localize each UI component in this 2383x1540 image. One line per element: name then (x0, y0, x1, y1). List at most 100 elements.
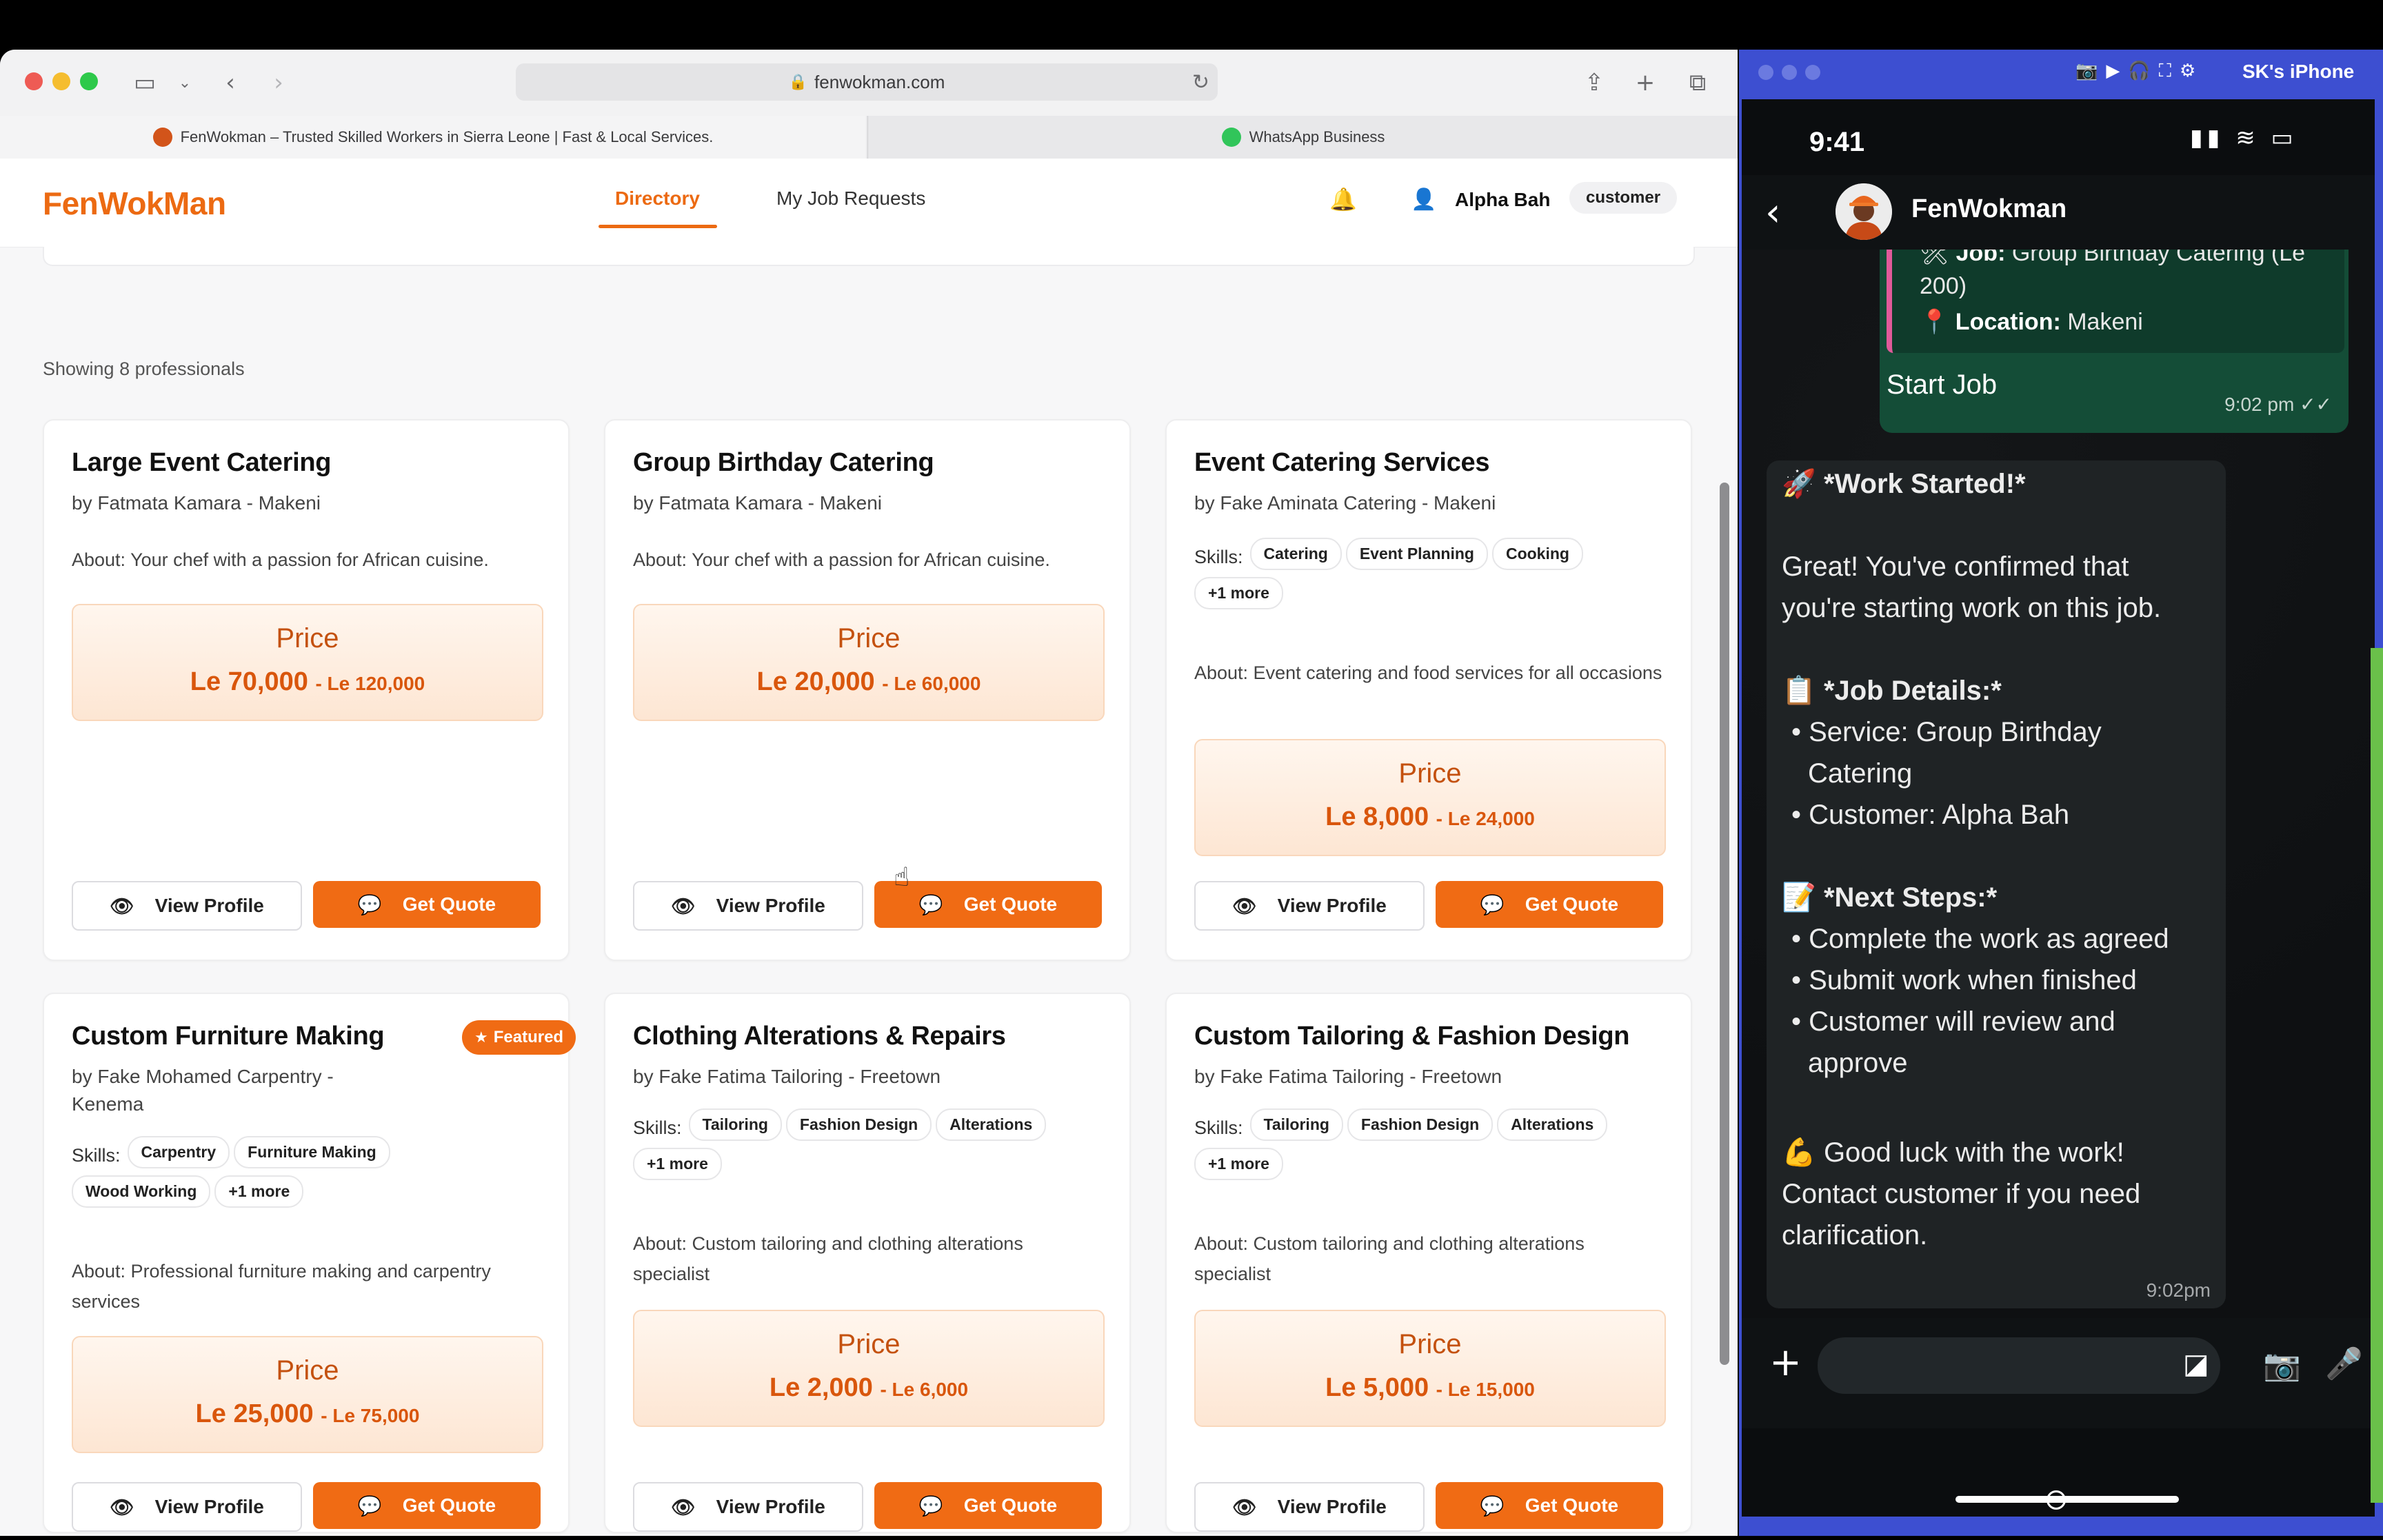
minimize-window-button[interactable] (1782, 65, 1797, 80)
chat-thread: 🛠 Job: Group Birthday Catering (Le 200) … (1742, 250, 2375, 1318)
home-button-icon[interactable] (2047, 1490, 2066, 1510)
incoming-message[interactable]: 🚀 *Work Started!* Great! You've confirme… (1767, 460, 2226, 1308)
price-box: Price Le 5,000 - Le 15,000 (1194, 1310, 1666, 1427)
worker-avatar-icon (1836, 183, 1892, 240)
skill-chip: Event Planning (1345, 538, 1488, 570)
price-box: Price Le 20,000 - Le 60,000 (633, 604, 1105, 721)
contact-name[interactable]: FenWokman (1911, 194, 2067, 224)
professional-card: Event Catering Services by Fake Aminata … (1165, 419, 1692, 961)
user-icon[interactable]: 👤 (1411, 188, 1436, 212)
message-line: • Customer: Alpha Bah (1791, 800, 2070, 830)
fenwokman-app: FenWokMan Directory My Job Requests 🔔 👤 … (0, 159, 1738, 1536)
view-profile-button[interactable]: 👁 View Profile (633, 881, 863, 931)
bell-icon[interactable]: 🔔 (1329, 186, 1357, 212)
price-range: Le 25,000 - Le 75,000 (195, 1399, 420, 1428)
nav-my-job-requests[interactable]: My Job Requests (776, 188, 925, 210)
avatar[interactable] (1836, 183, 1892, 240)
more-skills-chip[interactable]: +1 more (633, 1148, 722, 1180)
message-line: you're starting work on this job. (1782, 593, 2162, 623)
back-arrow-icon[interactable]: ‹ (215, 68, 245, 98)
close-window-button[interactable] (1758, 65, 1773, 80)
quoted-message[interactable]: 🛠 Job: Group Birthday Catering (Le 200) … (1887, 250, 2344, 353)
get-quote-button[interactable]: 💬 Get Quote (1436, 881, 1663, 928)
price-range: Le 5,000 - Le 15,000 (1325, 1373, 1535, 1402)
sidebar-toggle-icon[interactable]: ▭ (130, 68, 160, 98)
nav-directory[interactable]: Directory (615, 188, 700, 210)
zoom-window-button[interactable] (80, 72, 98, 90)
more-skills-chip[interactable]: +1 more (214, 1175, 304, 1208)
back-arrow-icon[interactable]: ‹ (1765, 190, 1780, 235)
card-provider: by Fake Mohamed Carpentry - Kenema (72, 1066, 334, 1115)
tab-title: FenWokman – Trusted Skilled Workers in S… (180, 128, 714, 145)
message-line: Catering (1808, 758, 1913, 789)
more-skills-chip[interactable]: +1 more (1194, 1148, 1283, 1180)
card-title: Large Event Catering (72, 448, 332, 477)
message-line: • Complete the work as agreed (1791, 924, 2169, 954)
skills-list: Skills: Carpentry Furniture Making Wood Wor… (72, 1136, 541, 1215)
message-line: 🚀 *Work Started!* (1782, 468, 2026, 500)
tab-whatsapp[interactable]: WhatsApp Business (867, 116, 1738, 159)
card-about: About: Custom tailoring and clothing alt… (633, 1233, 1023, 1284)
outgoing-message[interactable]: 🛠 Job: Group Birthday Catering (Le 200) … (1880, 250, 2349, 433)
price-box: Price Le 25,000 - Le 75,000 (72, 1336, 543, 1453)
more-skills-chip[interactable]: +1 more (1194, 577, 1283, 609)
card-provider: by Fake Fatima Tailoring - Freetown (633, 1066, 941, 1087)
forward-arrow-icon[interactable]: › (263, 68, 294, 98)
view-profile-button[interactable]: 👁 View Profile (72, 881, 302, 931)
hand-cursor-icon: ☝ (894, 862, 910, 892)
price-label: Price (1398, 1329, 1462, 1359)
phone-screen: 9:41 ▮▮ ≋ ▭ ‹ FenWokman 🛠 Job: Group Bir… (1742, 99, 2375, 1517)
chat-bubble-icon: 💬 (918, 893, 943, 916)
new-tab-icon[interactable]: + (1630, 68, 1660, 98)
view-profile-button[interactable]: 👁 View Profile (1194, 881, 1425, 931)
clipboard-icon: 📋 (1782, 675, 1816, 707)
view-profile-button[interactable]: 👁 View Profile (633, 1482, 863, 1532)
zoom-window-button[interactable] (1805, 65, 1820, 80)
phone-window-titlebar: 📷▶🎧⛶⚙ SK's iPhone (1739, 50, 2383, 99)
page-scrollbar[interactable] (1720, 483, 1729, 1365)
get-quote-button[interactable]: 💬 Get Quote (874, 1482, 1102, 1529)
price-box: Price Le 70,000 - Le 120,000 (72, 604, 543, 721)
microphone-icon[interactable]: 🎤 (2325, 1346, 2363, 1381)
camera-icon[interactable]: 📷 (2263, 1347, 2301, 1383)
sticker-icon[interactable]: ◪ (2183, 1348, 2209, 1380)
skill-chip: Alterations (936, 1108, 1047, 1141)
reload-icon[interactable]: ↻ (1192, 70, 1209, 94)
chevron-down-icon[interactable]: ⌄ (170, 68, 200, 98)
get-quote-button[interactable]: 💬 Get Quote (313, 1482, 541, 1529)
pin-icon: 📍 (1920, 309, 1949, 335)
close-window-button[interactable] (25, 72, 43, 90)
eye-icon: 👁 (1232, 1495, 1257, 1519)
card-about: About: Custom tailoring and clothing alt… (1194, 1233, 1585, 1284)
app-header: FenWokMan Directory My Job Requests 🔔 👤 … (0, 159, 1738, 247)
plus-icon[interactable]: + (1769, 1340, 1802, 1385)
minimize-window-button[interactable] (52, 72, 70, 90)
app-logo[interactable]: FenWokMan (43, 185, 226, 222)
price-label: Price (276, 1355, 339, 1386)
view-profile-button[interactable]: 👁 View Profile (72, 1482, 302, 1532)
price-range: Le 2,000 - Le 6,000 (769, 1373, 969, 1402)
mirroring-controls-icon[interactable]: 📷▶🎧⛶⚙ (2075, 61, 2204, 82)
skill-chip: Catering (1249, 538, 1342, 570)
card-provider: by Fatmata Kamara - Makeni (633, 492, 883, 514)
chat-bubble-icon: 💬 (1480, 893, 1505, 916)
skill-chip: Carpentry (127, 1136, 230, 1168)
share-icon[interactable]: ⇪ (1579, 68, 1609, 98)
iphone-mirroring-window: 📷▶🎧⛶⚙ SK's iPhone 9:41 ▮▮ ≋ ▭ ‹ FenWokma… (1739, 50, 2383, 1536)
user-name[interactable]: Alpha Bah (1455, 189, 1550, 211)
tab-fenwokman[interactable]: FenWokman – Trusted Skilled Workers in S… (0, 116, 866, 159)
message-input[interactable] (1818, 1337, 2220, 1394)
message-line: approve (1808, 1048, 1908, 1078)
eye-icon: 👁 (1232, 894, 1257, 918)
home-indicator[interactable] (1955, 1496, 2179, 1503)
browser-toolbar: ▭ ⌄ ‹ › 🔒 fenwokman.com ↻ ⇪ + ⧉ (0, 50, 1738, 116)
get-quote-button[interactable]: 💬 Get Quote (1436, 1482, 1663, 1529)
status-bar: 9:41 ▮▮ ≋ ▭ (1742, 99, 2375, 175)
get-quote-button[interactable]: 💬 Get Quote (313, 881, 541, 928)
price-range: Le 20,000 - Le 60,000 (756, 667, 981, 696)
tab-overview-icon[interactable]: ⧉ (1682, 68, 1713, 98)
card-about: About: Your chef with a passion for Afri… (72, 549, 489, 570)
address-bar[interactable]: 🔒 fenwokman.com ↻ (516, 63, 1218, 101)
message-line: • Service: Group Birthday (1791, 717, 2102, 747)
view-profile-button[interactable]: 👁 View Profile (1194, 1482, 1425, 1532)
